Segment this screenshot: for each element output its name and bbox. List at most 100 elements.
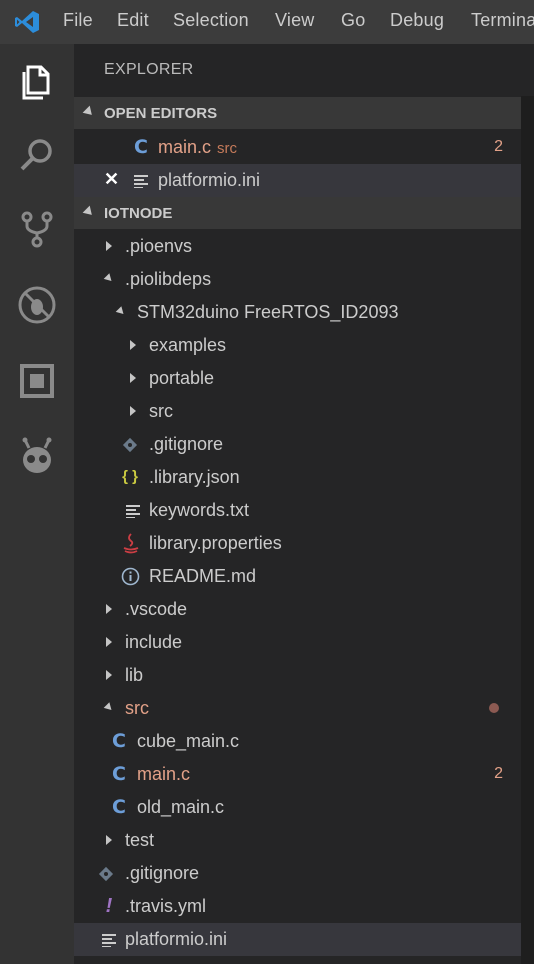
folder-name: examples xyxy=(149,335,227,355)
problem-count-badge: 2 xyxy=(494,138,503,155)
c-file-icon: C xyxy=(112,730,126,752)
open-editor-item[interactable]: C main.c src 2 xyxy=(74,131,521,164)
git-icon xyxy=(122,437,138,453)
file-name: cube_main.c xyxy=(137,731,240,751)
c-file-icon: C xyxy=(112,763,126,785)
tree-folder[interactable]: lib xyxy=(74,659,521,692)
tree-file[interactable]: platformio.ini xyxy=(74,923,521,956)
info-icon xyxy=(121,567,140,586)
platformio-icon[interactable] xyxy=(16,436,58,478)
menu-terminal[interactable]: Terminal xyxy=(471,10,534,31)
explorer-title: EXPLORER xyxy=(104,61,194,78)
open-editors-label: OPEN EDITORS xyxy=(104,105,218,122)
text-file-icon xyxy=(134,175,148,188)
collapse-arrow-icon xyxy=(82,205,96,219)
menu-edit[interactable]: Edit xyxy=(117,10,149,31)
folder-name: .vscode xyxy=(125,599,188,619)
folder-name: test xyxy=(125,830,155,850)
modified-dot-icon xyxy=(489,703,499,713)
file-name: platformio.ini xyxy=(125,929,228,949)
menu-selection[interactable]: Selection xyxy=(173,10,249,31)
tree-folder[interactable]: .piolibdeps xyxy=(74,263,521,296)
chevron-right-icon xyxy=(106,604,112,614)
tree-file[interactable]: C cube_main.c xyxy=(74,725,521,758)
json-icon: { } xyxy=(122,468,138,485)
tree-file[interactable]: .gitignore xyxy=(74,428,521,461)
file-name: keywords.txt xyxy=(149,500,250,520)
tree-folder[interactable]: include xyxy=(74,626,521,659)
close-icon[interactable]: ✕ xyxy=(104,169,119,190)
tree-folder[interactable]: portable xyxy=(74,362,521,395)
menu-debug[interactable]: Debug xyxy=(390,10,444,31)
folder-name: STM32duino FreeRTOS_ID2093 xyxy=(137,302,399,322)
file-name: main.c xyxy=(158,137,212,157)
tree-folder[interactable]: src xyxy=(74,692,521,725)
chevron-right-icon xyxy=(130,373,136,383)
c-file-icon: C xyxy=(112,796,126,818)
chevron-right-icon xyxy=(106,670,112,680)
file-path-desc: src xyxy=(217,140,238,157)
file-name: platformio.ini xyxy=(158,170,261,190)
tree-folder[interactable]: src xyxy=(74,395,521,428)
explorer-sidebar: EXPLORER OPEN EDITORS C main.c src 2 ✕ pl… xyxy=(74,44,521,964)
chevron-right-icon xyxy=(106,637,112,647)
folder-name: portable xyxy=(149,368,215,388)
tree-file[interactable]: C old_main.c xyxy=(74,791,521,824)
tree-folder[interactable]: .pioenvs xyxy=(74,230,521,263)
open-editors-header[interactable]: OPEN EDITORS xyxy=(74,97,521,129)
tree-file[interactable]: .gitignore xyxy=(74,857,521,890)
open-editor-item[interactable]: ✕ platformio.ini xyxy=(74,164,521,197)
editor-edge xyxy=(521,44,534,964)
source-control-icon[interactable] xyxy=(16,208,58,250)
project-name: IOTNODE xyxy=(104,205,173,222)
menu-bar: File Edit Selection View Go Debug Termin… xyxy=(0,0,534,44)
files-icon[interactable] xyxy=(16,61,58,103)
folder-name: include xyxy=(125,632,183,652)
tree-file[interactable]: keywords.txt xyxy=(74,494,521,527)
chevron-right-icon xyxy=(106,835,112,845)
tree-folder[interactable]: .vscode xyxy=(74,593,521,626)
folder-name: src xyxy=(125,698,149,718)
chevron-right-icon xyxy=(106,241,112,251)
folder-name: .pioenvs xyxy=(125,236,193,256)
tree-file[interactable]: C main.c 2 xyxy=(74,758,521,791)
menu-go[interactable]: Go xyxy=(341,10,365,31)
tree-file[interactable]: library.properties xyxy=(74,527,521,560)
chevron-down-icon xyxy=(115,306,127,317)
text-file-icon xyxy=(126,505,140,518)
vscode-logo-icon xyxy=(15,11,39,33)
file-name: .travis.yml xyxy=(125,896,206,916)
git-icon xyxy=(98,866,114,882)
file-name: old_main.c xyxy=(137,797,225,817)
file-name: .gitignore xyxy=(125,863,200,883)
chevron-down-icon xyxy=(103,702,115,713)
tree-folder[interactable]: test xyxy=(74,824,521,857)
problem-count-badge: 2 xyxy=(494,765,503,782)
debug-icon[interactable] xyxy=(16,284,58,326)
c-file-icon: C xyxy=(134,136,148,158)
text-file-icon xyxy=(102,934,116,947)
activity-bar xyxy=(0,44,74,964)
file-name: library.properties xyxy=(149,533,282,553)
file-name: .gitignore xyxy=(149,434,224,454)
tree-file[interactable]: { } .library.json xyxy=(74,461,521,494)
project-header[interactable]: IOTNODE xyxy=(74,197,521,229)
menu-view[interactable]: View xyxy=(275,10,315,31)
chevron-down-icon xyxy=(103,273,115,284)
menu-file[interactable]: File xyxy=(63,10,93,31)
folder-name: lib xyxy=(125,665,144,685)
file-name: README.md xyxy=(149,566,257,586)
folder-name: .piolibdeps xyxy=(125,269,212,289)
file-name: main.c xyxy=(137,764,191,784)
tree-file[interactable]: README.md xyxy=(74,560,521,593)
extensions-icon[interactable] xyxy=(16,360,58,402)
tree-folder[interactable]: STM32duino FreeRTOS_ID2093 xyxy=(74,296,521,329)
chevron-right-icon xyxy=(130,406,136,416)
yaml-icon: ! xyxy=(105,895,113,917)
java-icon xyxy=(123,533,139,554)
chevron-right-icon xyxy=(130,340,136,350)
search-icon[interactable] xyxy=(16,134,58,176)
file-name: .library.json xyxy=(149,467,240,487)
tree-folder[interactable]: examples xyxy=(74,329,521,362)
tree-file[interactable]: ! .travis.yml xyxy=(74,890,521,923)
